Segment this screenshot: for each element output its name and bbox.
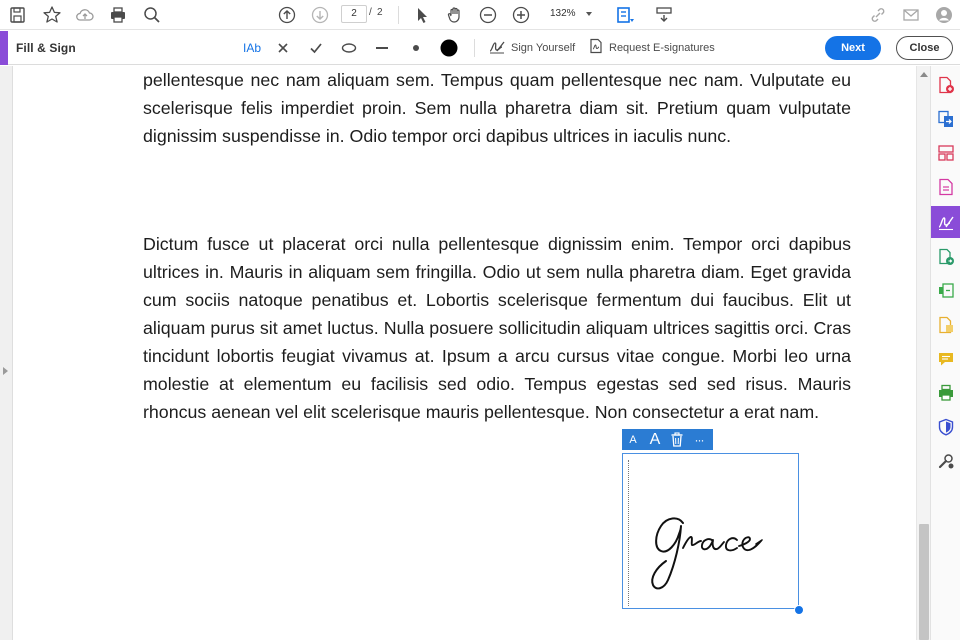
scroll-up-icon[interactable] <box>920 72 928 77</box>
fill-sign-icon[interactable] <box>931 206 960 238</box>
print-production-icon[interactable] <box>931 378 960 408</box>
signature-toolbar: A A ··· <box>622 429 713 450</box>
signature-field[interactable] <box>622 453 799 609</box>
page-separator: / <box>369 7 372 18</box>
fill-sign-title: Fill & Sign <box>16 41 76 55</box>
request-esignatures-icon <box>588 38 604 59</box>
ellipse-icon[interactable] <box>338 36 360 60</box>
text-tool-icon[interactable]: IAb <box>240 36 264 60</box>
account-icon[interactable] <box>932 3 956 27</box>
document-paragraph-1: pellentesque nec nam aliquam sem. Tempus… <box>143 70 851 146</box>
increase-font-size-button[interactable]: A <box>644 429 666 450</box>
export-pdf-icon[interactable] <box>931 104 960 134</box>
signature-image <box>651 517 763 590</box>
current-page-input[interactable]: 2 <box>341 5 367 23</box>
delete-icon[interactable] <box>666 429 688 450</box>
upload-cloud-icon[interactable] <box>73 3 97 27</box>
zoom-in-icon[interactable] <box>509 3 533 27</box>
check-mark-icon[interactable] <box>306 36 326 60</box>
more-tools-icon[interactable] <box>931 446 960 476</box>
fit-page-icon[interactable] <box>613 3 637 27</box>
share-link-icon[interactable] <box>866 3 890 27</box>
top-toolbar: 2 / 2 132% <box>0 0 960 30</box>
scan-ocr-icon[interactable] <box>931 310 960 340</box>
tools-rail <box>930 66 960 640</box>
scroll-mode-icon[interactable] <box>652 3 676 27</box>
total-pages: 2 <box>377 7 383 18</box>
close-button[interactable]: Close <box>896 36 953 60</box>
signature-baseline-guide <box>628 460 629 606</box>
bookmark-star-icon[interactable] <box>40 3 64 27</box>
text-tool-label: IAb <box>242 41 261 55</box>
request-esignatures-button[interactable]: Request E-signatures <box>588 36 715 60</box>
save-icon[interactable] <box>6 3 30 27</box>
next-button[interactable]: Next <box>825 36 881 60</box>
sign-yourself-icon <box>488 38 506 59</box>
edit-pdf-icon[interactable] <box>931 172 960 202</box>
sign-yourself-label: Sign Yourself <box>511 42 576 54</box>
fill-sign-accent <box>0 31 8 65</box>
decrease-font-size-button[interactable]: A <box>622 429 644 450</box>
page-down-icon[interactable] <box>308 3 332 27</box>
chevron-down-icon[interactable] <box>586 12 592 16</box>
fill-sign-toolbar: Fill & Sign IAb Sign Yourself Request E-… <box>0 31 960 65</box>
comment-icon[interactable] <box>931 344 960 374</box>
select-cursor-icon[interactable] <box>410 3 434 27</box>
toolbar-divider <box>398 6 399 24</box>
expand-panel-icon[interactable] <box>3 367 8 375</box>
email-icon[interactable] <box>899 3 923 27</box>
sign-yourself-button[interactable]: Sign Yourself <box>488 36 575 60</box>
page-up-icon[interactable] <box>275 3 299 27</box>
zoom-out-icon[interactable] <box>476 3 500 27</box>
fill-sign-divider <box>474 39 475 57</box>
protect-icon[interactable] <box>931 412 960 442</box>
color-swatch-icon[interactable] <box>438 36 460 60</box>
document-paragraph-2: Dictum fusce ut placerat orci nulla pell… <box>143 234 851 422</box>
send-for-signature-icon[interactable] <box>931 242 960 272</box>
print-icon[interactable] <box>106 3 130 27</box>
dot-icon[interactable] <box>406 36 426 60</box>
hand-tool-icon[interactable] <box>443 3 467 27</box>
create-pdf-icon[interactable] <box>931 70 960 100</box>
scroll-thumb[interactable] <box>919 524 929 640</box>
more-options-button[interactable]: ··· <box>688 429 710 450</box>
signature-resize-handle[interactable] <box>794 605 804 615</box>
cross-mark-icon[interactable] <box>273 36 293 60</box>
line-icon[interactable] <box>372 36 392 60</box>
search-icon[interactable] <box>140 3 164 27</box>
organize-pages-icon[interactable] <box>931 138 960 168</box>
vertical-scrollbar[interactable] <box>916 66 930 640</box>
acrobat-window: 2 / 2 132% Fill & Sign IAb Sign Yourself… <box>0 0 960 640</box>
left-panel-collapsed[interactable] <box>0 66 13 640</box>
request-esignatures-label: Request E-signatures <box>609 42 715 54</box>
compress-pdf-icon[interactable] <box>931 276 960 306</box>
